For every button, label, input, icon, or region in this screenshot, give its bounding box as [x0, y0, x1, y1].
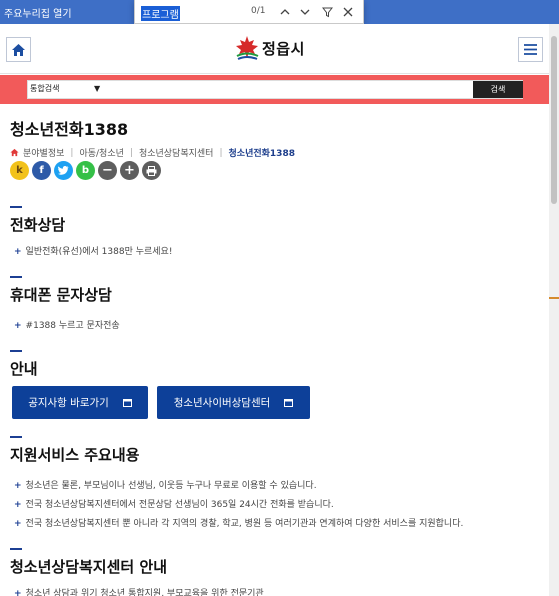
section-services: 지원서비스 주요내용 [10, 436, 139, 465]
button-label: 공지사항 바로가기 [28, 397, 109, 409]
breadcrumb-item[interactable]: 청소년상담복지센터 [139, 146, 214, 159]
search-scope-select[interactable]: 통합검색 [30, 83, 59, 94]
home-icon [12, 43, 25, 56]
maple-leaf-logo-icon [236, 36, 259, 60]
chevron-down-icon [300, 9, 310, 15]
find-match-count: 0/1 [251, 6, 266, 16]
print-button[interactable] [142, 161, 161, 180]
print-icon [146, 165, 157, 176]
page-title: 청소년전화1388 [10, 120, 129, 139]
chevron-up-icon [280, 9, 290, 15]
section-phone: 전화상담 [10, 206, 65, 235]
twitter-bird-icon [58, 166, 69, 175]
home-icon [10, 148, 19, 157]
site-logo[interactable]: 정읍시 [234, 32, 326, 64]
zoom-out-button[interactable]: − [98, 161, 117, 180]
close-icon [343, 7, 353, 17]
logo-text: 정읍시 [262, 39, 305, 58]
list-item: 전국 청소년상담복지센터에서 전문상담 선생님이 365일 24시간 전화를 받… [14, 497, 334, 510]
list-item: 청소년 상담과 위기 청소년 통합지원, 부모교육을 위한 전문기관 [14, 586, 264, 596]
section-guide: 안내 [10, 350, 38, 379]
section-title: 전화상담 [10, 216, 66, 234]
scrollbar-find-marker [549, 297, 559, 299]
scrollbar-thumb[interactable] [551, 36, 557, 204]
list-item: 전국 청소년상담복지센터 뿐 아니라 각 지역의 경찰, 학교, 병원 등 여러… [14, 516, 464, 529]
section-center: 청소년상담복지센터 안내 [10, 548, 167, 577]
breadcrumb-item[interactable]: 아동/청소년 [79, 146, 123, 159]
skip-nav-link[interactable]: 주요누리집 열기 [4, 5, 72, 20]
find-close-button[interactable] [340, 4, 356, 20]
section-title: 지원서비스 주요내용 [10, 446, 140, 464]
find-filter-button[interactable] [319, 4, 335, 20]
notice-link-button[interactable]: 공지사항 바로가기 [12, 386, 148, 419]
section-mobile: 휴대폰 문자상담 [10, 276, 112, 305]
new-window-icon [284, 398, 294, 407]
search-strip: 통합검색 ▼ 검색 [0, 75, 549, 104]
search-button[interactable]: 검색 [473, 81, 523, 98]
new-window-icon [122, 398, 132, 407]
site-header: 정읍시 [0, 24, 549, 74]
list-item: 일반전화(유선)에서 1388만 누르세요! [14, 244, 173, 257]
main-content: 청소년전화1388 분야별정보 | 아동/청소년 | 청소년상담복지센터 | 청… [0, 104, 549, 596]
menu-button[interactable] [518, 37, 543, 62]
list-item: #1388 누르고 문자전송 [14, 318, 120, 331]
twitter-share-button[interactable] [54, 161, 73, 180]
zoom-in-button[interactable]: + [120, 161, 139, 180]
home-button[interactable] [6, 37, 31, 62]
facebook-share-button[interactable]: f [32, 161, 51, 180]
list-item: 청소년은 물론, 부모님이나 선생님, 이웃등 누구나 무료로 이용할 수 있습… [14, 478, 317, 491]
breadcrumb-current: 청소년전화1388 [228, 149, 295, 159]
hamburger-menu-icon [524, 44, 537, 55]
band-share-button[interactable]: b [76, 161, 95, 180]
dropdown-caret-icon: ▼ [94, 84, 101, 93]
kakaostory-share-button[interactable]: k [10, 161, 29, 180]
find-bar: 프로그램 0/1 [134, 0, 364, 24]
cyber-counseling-link-button[interactable]: 청소년사이버상담센터 [157, 386, 310, 419]
find-input[interactable]: 프로그램 [141, 6, 180, 21]
breadcrumb: 분야별정보 | 아동/청소년 | 청소년상담복지센터 | 청소년전화1388 [10, 146, 295, 159]
filter-icon [321, 7, 333, 17]
section-title: 안내 [10, 360, 38, 378]
find-next-button[interactable] [297, 4, 313, 20]
button-label: 청소년사이버상담센터 [173, 397, 271, 409]
section-title: 청소년상담복지센터 안내 [10, 558, 168, 576]
breadcrumb-item[interactable]: 분야별정보 [23, 146, 64, 159]
section-title: 휴대폰 문자상담 [10, 286, 112, 304]
search-box[interactable]: 통합검색 ▼ 검색 [27, 80, 523, 99]
find-previous-button[interactable] [277, 4, 293, 20]
share-tools: k f b − + [10, 161, 161, 180]
